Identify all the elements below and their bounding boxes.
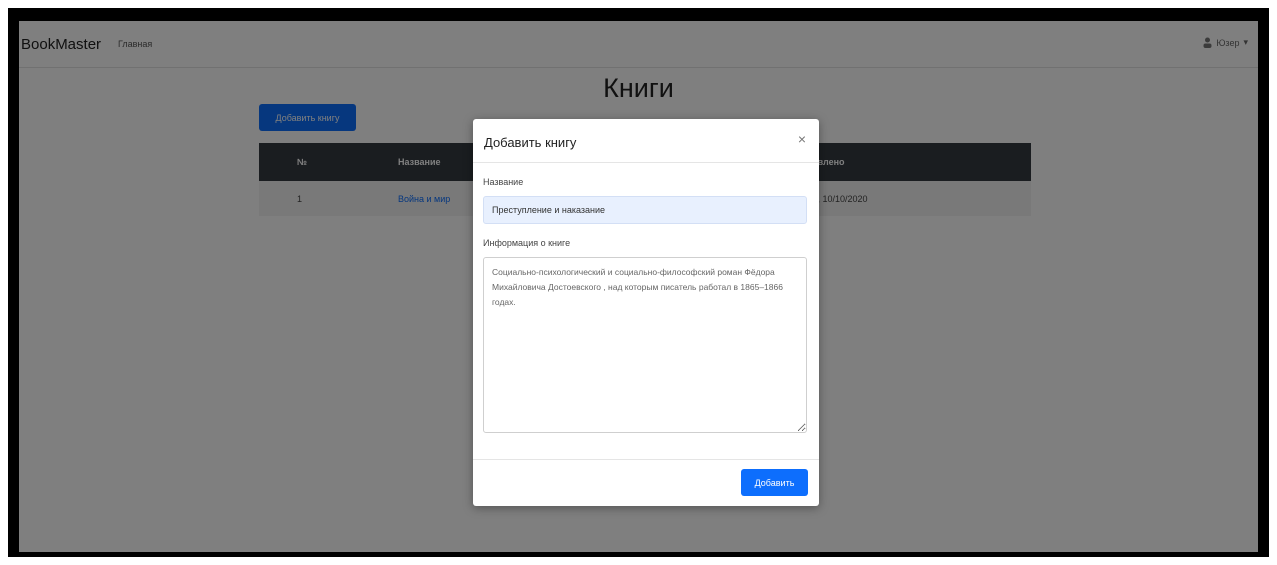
name-input[interactable] xyxy=(483,196,807,224)
modal-header: Добавить книгу × xyxy=(473,119,819,163)
modal-title: Добавить книгу xyxy=(484,135,577,150)
submit-button[interactable]: Добавить xyxy=(741,469,808,496)
info-textarea[interactable]: Социально-психологический и социально-фи… xyxy=(483,257,807,433)
app-window: BookMaster Главная Юзер ▾ Книги Добавить… xyxy=(19,21,1258,552)
modal-footer: Добавить xyxy=(473,459,819,507)
close-icon[interactable]: × xyxy=(794,131,810,147)
add-book-modal: Добавить книгу × Название Информация о к… xyxy=(473,119,819,506)
info-label: Информация о книге xyxy=(483,238,571,248)
name-label: Название xyxy=(483,177,524,187)
